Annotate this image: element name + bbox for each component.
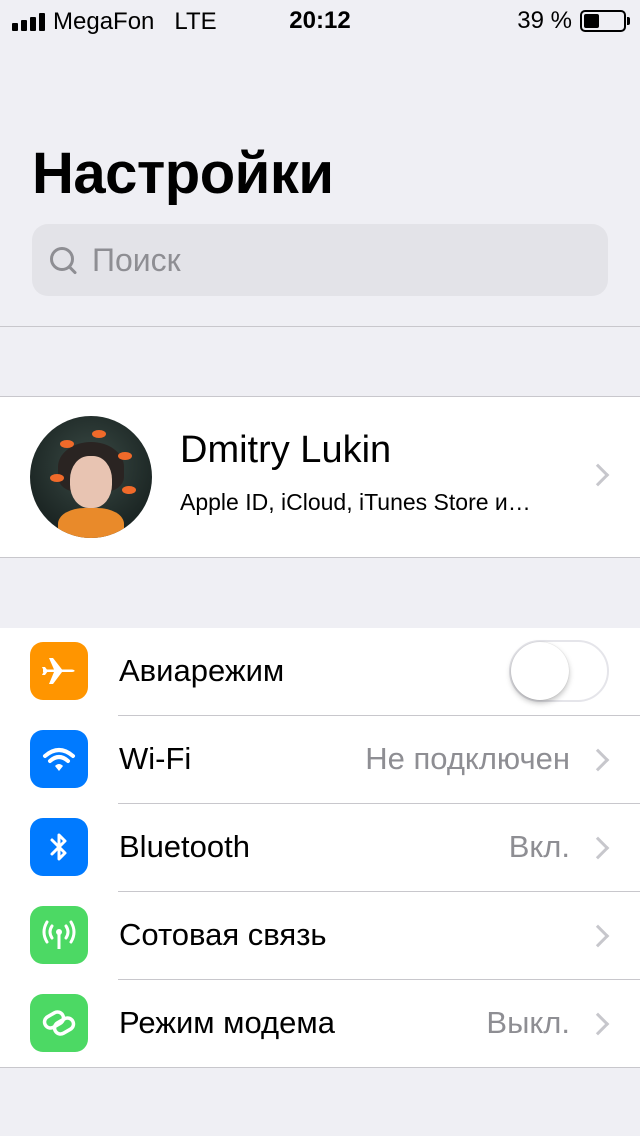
battery-fill [584, 14, 599, 28]
toggle-knob [511, 642, 569, 700]
avatar-fish [118, 452, 132, 460]
hotspot-status: Выкл. [486, 1005, 570, 1040]
airplane-icon [30, 642, 88, 700]
battery-icon [580, 10, 630, 32]
chevron-right-icon [586, 1012, 610, 1036]
apple-id-profile-row[interactable]: Dmitry Lukin Apple ID, iCloud, iTunes St… [0, 397, 640, 557]
profile-subtitle: Apple ID, iCloud, iTunes Store и… [180, 489, 531, 515]
settings-row-cellular[interactable]: Сотовая связь [0, 892, 640, 980]
bluetooth-label: Bluetooth [119, 829, 250, 864]
search-placeholder: Поиск [92, 241, 181, 278]
avatar-fish [50, 474, 64, 482]
chevron-right-icon [586, 836, 610, 860]
chevron-right-icon [586, 463, 610, 487]
divider [0, 1067, 640, 1068]
settings-row-airplane-mode[interactable]: Авиарежим [0, 628, 640, 716]
settings-row-wifi[interactable]: Wi-Fi Не подключен [0, 716, 640, 804]
cellular-icon [30, 906, 88, 964]
hotspot-label: Режим модема [119, 1005, 335, 1040]
avatar-fish [92, 430, 106, 438]
bluetooth-status: Вкл. [508, 829, 570, 864]
airplane-mode-toggle[interactable] [509, 640, 609, 702]
settings-row-bluetooth[interactable]: Bluetooth Вкл. [0, 804, 640, 892]
chevron-right-icon [586, 924, 610, 948]
chevron-right-icon [586, 748, 610, 772]
wifi-icon [30, 730, 88, 788]
bluetooth-icon [30, 818, 88, 876]
wifi-status: Не подключен [365, 741, 570, 776]
connectivity-settings-group: Авиарежим Wi-Fi Не подключен Bluetooth В… [0, 628, 640, 1068]
avatar-face [70, 456, 112, 508]
avatar-fish [122, 486, 136, 494]
status-bar: MegaFon LTE 20:12 39 % [0, 0, 640, 40]
divider [0, 557, 640, 558]
search-icon [48, 245, 78, 275]
avatar [30, 416, 152, 538]
cellular-label: Сотовая связь [119, 917, 327, 952]
avatar-shirt [58, 508, 124, 538]
divider [0, 326, 640, 327]
avatar-fish [60, 440, 74, 448]
wifi-label: Wi-Fi [119, 741, 192, 776]
settings-row-personal-hotspot[interactable]: Режим модема Выкл. [0, 980, 640, 1068]
page-title: Настройки [32, 141, 334, 206]
search-field[interactable]: Поиск [32, 224, 608, 296]
status-right: 39 % [517, 7, 630, 35]
battery-percent: 39 % [517, 7, 572, 34]
hotspot-icon [30, 994, 88, 1052]
profile-name: Dmitry Lukin [180, 429, 392, 471]
airplane-mode-label: Авиарежим [119, 653, 285, 688]
